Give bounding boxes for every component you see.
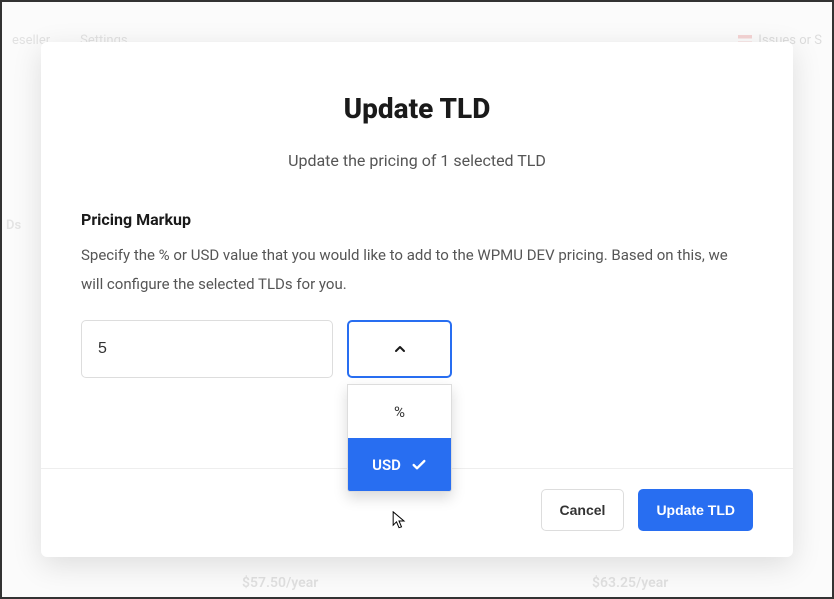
unit-option-usd[interactable]: USD (348, 438, 451, 491)
markup-inputs-row: % USD (81, 320, 753, 378)
markup-unit-toggle[interactable] (347, 320, 452, 378)
unit-option-percent[interactable]: % (348, 385, 451, 438)
markup-unit-select: % USD (347, 320, 452, 378)
update-tld-modal: Update TLD Update the pricing of 1 selec… (41, 42, 793, 557)
modal-subtitle: Update the pricing of 1 selected TLD (81, 151, 753, 170)
markup-unit-dropdown: % USD (347, 384, 452, 492)
check-icon (411, 457, 427, 473)
cancel-button[interactable]: Cancel (541, 489, 625, 531)
pricing-markup-help: Specify the % or USD value that you woul… (81, 241, 753, 298)
modal-body: Pricing Markup Specify the % or USD valu… (41, 180, 793, 468)
update-tld-button[interactable]: Update TLD (638, 489, 753, 531)
chevron-up-icon (392, 341, 408, 357)
pricing-markup-label: Pricing Markup (81, 210, 753, 229)
unit-option-percent-label: % (394, 403, 405, 421)
modal-title: Update TLD (81, 92, 753, 125)
modal-header: Update TLD Update the pricing of 1 selec… (41, 42, 793, 180)
unit-option-usd-label: USD (372, 456, 401, 474)
markup-value-input[interactable] (81, 320, 333, 378)
